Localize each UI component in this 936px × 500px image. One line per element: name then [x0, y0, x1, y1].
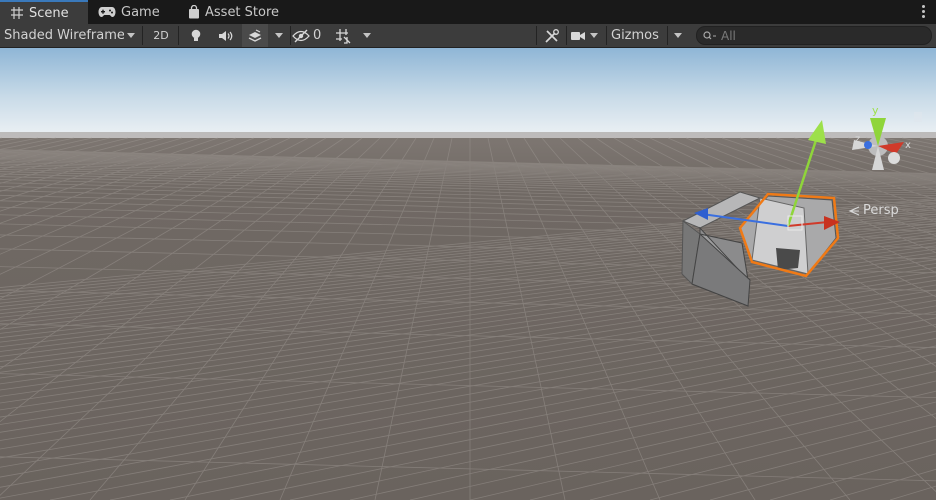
grid-snap-toggle[interactable] [330, 24, 356, 47]
tab-game[interactable]: Game [88, 0, 174, 24]
draw-mode-dropdown[interactable]: Shaded Wireframe [4, 24, 138, 47]
tab-scene[interactable]: Scene [0, 0, 88, 24]
gizmo-lock-icon[interactable] [914, 112, 922, 122]
shopping-bag-icon [189, 5, 199, 19]
gizmo-z-cone[interactable] [864, 141, 872, 149]
gizmo-neg-z-cone[interactable] [888, 152, 900, 164]
projection-label: Persp [863, 203, 899, 218]
toggle-2d-label: 2D [153, 29, 169, 42]
effects-toggle[interactable] [242, 24, 268, 47]
tab-asset-store[interactable]: Asset Store [178, 0, 298, 24]
gizmo-y-label: y [872, 104, 879, 117]
chevron-down-icon [363, 33, 371, 38]
gizmos-label: Gizmos [611, 28, 659, 43]
orientation-gizmo[interactable]: y x z [838, 100, 928, 190]
divider [178, 26, 179, 45]
chevron-down-icon [275, 33, 283, 38]
draw-mode-label: Shaded Wireframe [4, 28, 124, 43]
effects-dropdown[interactable] [270, 24, 288, 47]
scene-viewport[interactable]: y x z Persp [0, 48, 936, 500]
gizmo-x-label: x [905, 140, 911, 151]
scene-canvas[interactable] [0, 48, 936, 500]
scene-visibility-toggle[interactable]: 0 [292, 24, 328, 47]
tools-button[interactable] [540, 24, 564, 47]
sky [0, 48, 936, 138]
lighting-toggle[interactable] [184, 24, 208, 47]
tab-bar: Scene Game Asset Store [0, 0, 936, 25]
chevron-down-icon [674, 33, 682, 38]
hidden-count: 0 [313, 28, 322, 43]
divider [536, 26, 537, 45]
layers-icon [248, 28, 262, 42]
tab-label: Scene [29, 5, 69, 21]
tools-icon [545, 28, 559, 43]
projection-toggle[interactable]: Persp [848, 203, 899, 218]
perspective-icon [848, 205, 860, 216]
gizmos-dropdown[interactable] [668, 24, 688, 47]
divider [142, 26, 143, 45]
gizmo-z-label: z [855, 134, 860, 145]
eye-slash-icon [292, 29, 310, 42]
grid-icon [11, 7, 23, 19]
chevron-down-icon [127, 33, 135, 38]
tab-label: Game [121, 4, 160, 20]
divider [566, 26, 567, 45]
toggle-2d-button[interactable]: 2D [148, 24, 174, 47]
audio-toggle[interactable] [212, 24, 240, 47]
grid-dropdown[interactable] [358, 24, 376, 47]
chevron-down-icon [590, 33, 598, 38]
scene-window: Scene Game Asset Store Shaded Wireframe [0, 0, 936, 500]
search-icon [703, 30, 716, 39]
cube-shadow [776, 248, 800, 270]
camera-icon [571, 31, 585, 40]
gizmos-button[interactable]: Gizmos [611, 24, 667, 47]
search-field[interactable] [696, 26, 932, 45]
more-options-icon[interactable] [920, 4, 926, 20]
search-input[interactable] [721, 28, 921, 43]
divider [290, 26, 291, 45]
gamepad-icon [98, 7, 116, 17]
camera-settings-dropdown[interactable] [570, 24, 604, 47]
grid-snap-icon [336, 28, 351, 44]
lightbulb-icon [191, 29, 201, 41]
tab-label: Asset Store [205, 4, 280, 20]
divider [606, 26, 607, 45]
speaker-icon [219, 30, 233, 41]
